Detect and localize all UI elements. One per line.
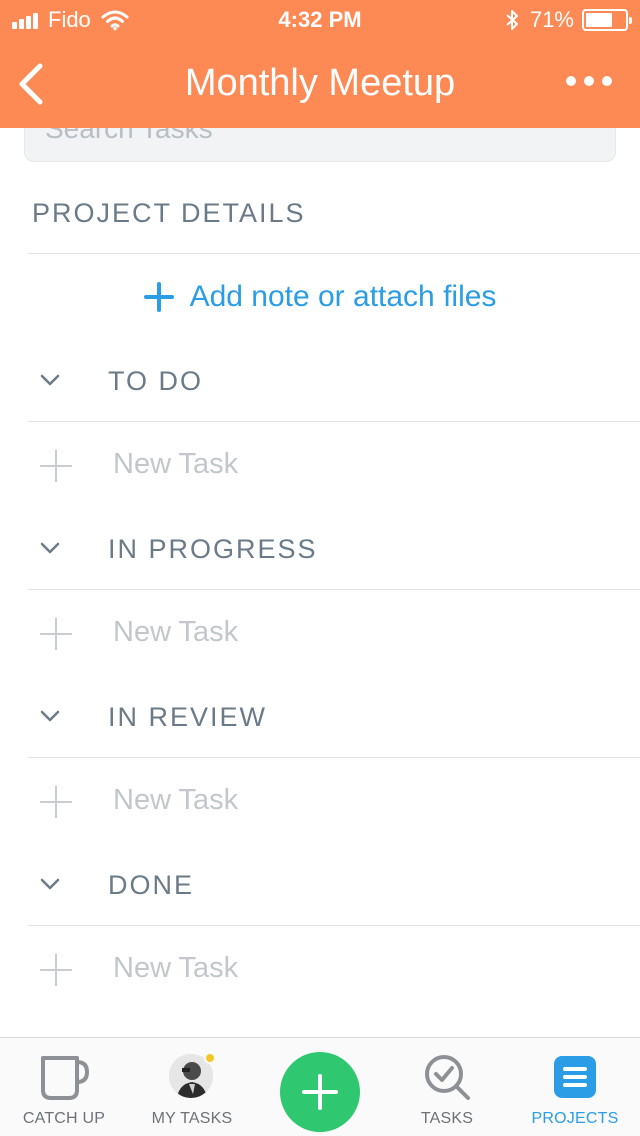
add-button[interactable] xyxy=(280,1052,360,1132)
tab-label: PROJECTS xyxy=(531,1110,619,1127)
section-header-done[interactable]: DONE xyxy=(0,858,640,918)
notification-dot xyxy=(204,1052,216,1064)
plus-icon xyxy=(40,954,72,986)
cup-icon xyxy=(41,1056,89,1100)
tab-projects[interactable]: PROJECTS xyxy=(511,1038,639,1136)
plus-icon xyxy=(40,786,72,818)
chevron-down-icon xyxy=(40,878,60,890)
more-horizontal-icon[interactable] xyxy=(558,76,612,86)
app-header: Fido 4:32 PM 71% Monthly Meetup xyxy=(0,0,640,128)
new-task-placeholder: New Task xyxy=(113,616,239,648)
tab-my-tasks[interactable]: MY TASKS xyxy=(128,1038,256,1136)
chevron-down-icon xyxy=(40,374,60,386)
new-task-placeholder: New Task xyxy=(113,448,239,480)
plus-icon xyxy=(40,618,72,650)
search-check-icon xyxy=(425,1055,470,1100)
status-right: 71% xyxy=(504,7,632,33)
plus-icon xyxy=(40,450,72,482)
battery-percent: 71% xyxy=(529,7,574,32)
new-task-row[interactable]: New Task xyxy=(0,436,640,500)
page-title: Monthly Meetup xyxy=(184,62,456,104)
section-title: IN PROGRESS xyxy=(108,534,318,564)
new-task-placeholder: New Task xyxy=(113,784,239,816)
chevron-down-icon xyxy=(40,710,60,722)
tab-label: CATCH UP xyxy=(22,1110,106,1127)
add-note-label: Add note or attach files xyxy=(189,280,497,313)
tab-catch-up[interactable]: CATCH UP xyxy=(0,1038,128,1136)
new-task-row[interactable]: New Task xyxy=(0,772,640,836)
battery-icon xyxy=(582,9,632,31)
section-header-in-review[interactable]: IN REVIEW xyxy=(0,690,640,750)
divider xyxy=(28,421,640,422)
divider xyxy=(28,757,640,758)
section-header-todo[interactable]: TO DO xyxy=(0,354,640,414)
new-task-placeholder: New Task xyxy=(113,952,239,984)
section-title: DONE xyxy=(108,870,195,900)
project-details-label: PROJECT DETAILS xyxy=(32,198,306,228)
tab-label: MY TASKS xyxy=(151,1110,233,1127)
chevron-down-icon xyxy=(40,542,60,554)
section-title: IN REVIEW xyxy=(108,702,268,732)
new-task-row[interactable]: New Task xyxy=(0,940,640,1004)
section-header-in-progress[interactable]: IN PROGRESS xyxy=(0,522,640,582)
divider xyxy=(28,925,640,926)
divider xyxy=(28,253,640,254)
status-bar: Fido 4:32 PM 71% xyxy=(0,0,640,40)
section-title: TO DO xyxy=(108,366,204,396)
divider xyxy=(28,589,640,590)
list-icon xyxy=(554,1056,596,1098)
tab-tasks[interactable]: TASKS xyxy=(383,1038,511,1136)
tab-bar: CATCH UP MY TASKS TASKS PROJECTS xyxy=(0,1037,640,1136)
nav-bar: Monthly Meetup xyxy=(0,40,640,128)
new-task-row[interactable]: New Task xyxy=(0,604,640,668)
bluetooth-icon xyxy=(506,10,518,30)
tab-label: TASKS xyxy=(420,1110,474,1127)
add-note-button[interactable]: Add note or attach files xyxy=(0,280,640,314)
battery-fill xyxy=(586,13,612,27)
plus-icon xyxy=(143,282,174,312)
